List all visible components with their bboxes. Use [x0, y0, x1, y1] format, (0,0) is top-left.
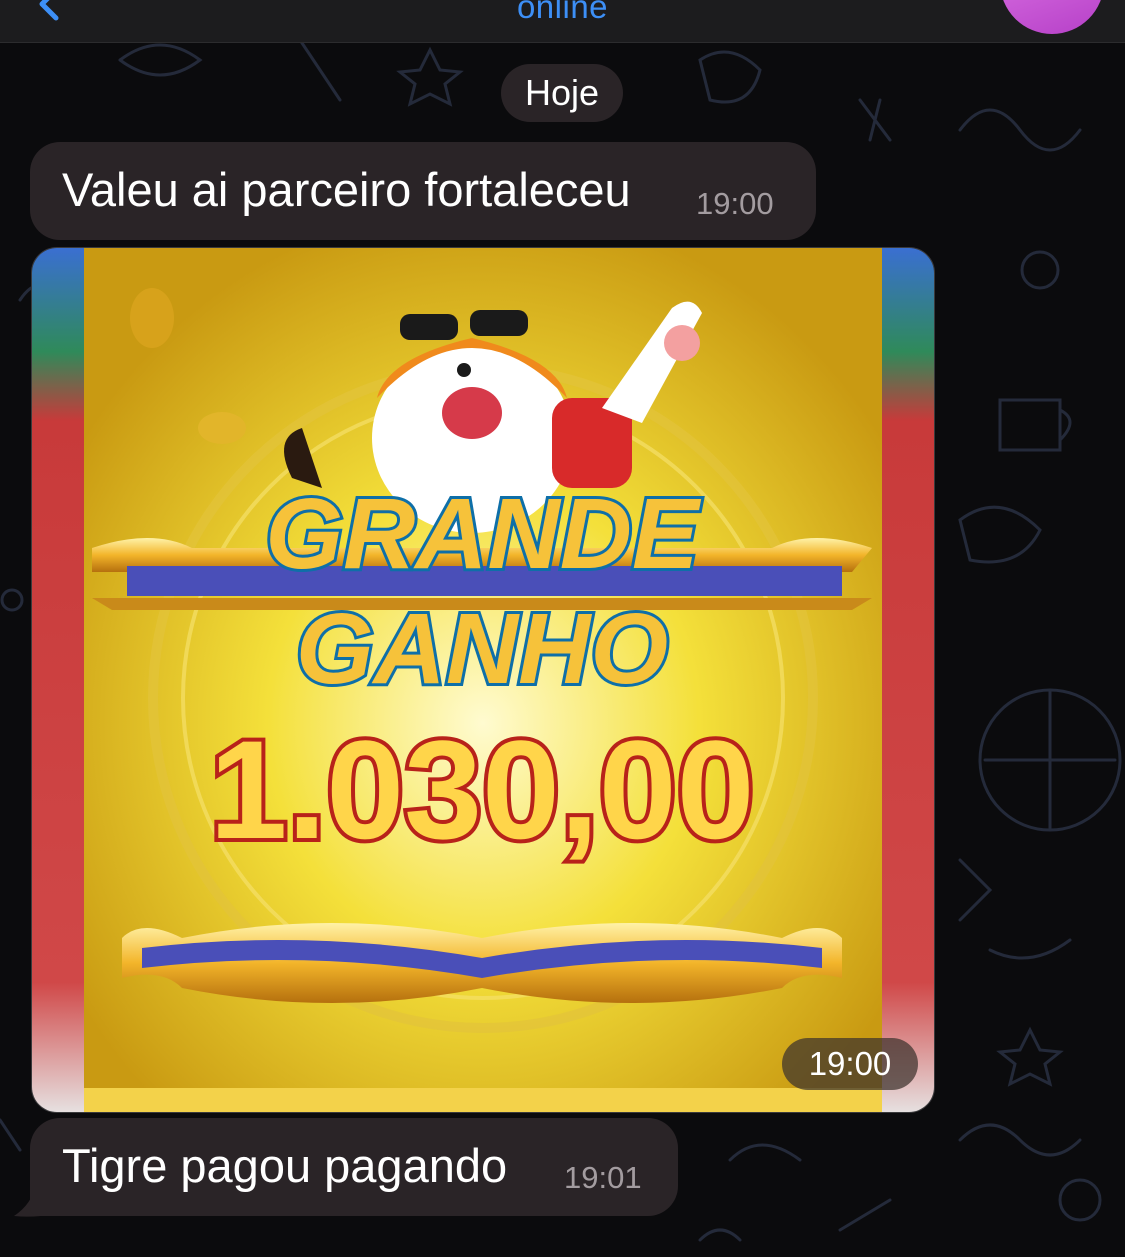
contact-status: online: [516, 0, 609, 25]
message-time: 19:01: [564, 1160, 642, 1195]
message-bubble[interactable]: Valeu ai parceiro fortaleceu 19:00: [30, 142, 816, 240]
image-time: 19:00: [782, 1038, 918, 1090]
date-separator: Hoje: [501, 64, 623, 122]
win-amount: 1.030,00: [210, 711, 755, 868]
message-text: Valeu ai parceiro fortaleceu: [62, 163, 631, 216]
message-text: Tigre pagou pagando: [62, 1139, 508, 1192]
message-bubble[interactable]: Tigre pagou pagando 19:01: [30, 1118, 678, 1216]
message-time: 19:00: [696, 186, 774, 221]
win-title-line2: GANHO: [296, 593, 668, 705]
avatar[interactable]: [1000, 0, 1104, 34]
win-title-line1: GRANDE: [265, 478, 702, 590]
game-win-screenshot: GRANDE GANHO 1.030,00: [32, 248, 934, 1112]
chat-header: online: [0, 0, 1125, 43]
image-message[interactable]: GRANDE GANHO 1.030,00 19:00: [31, 247, 935, 1113]
